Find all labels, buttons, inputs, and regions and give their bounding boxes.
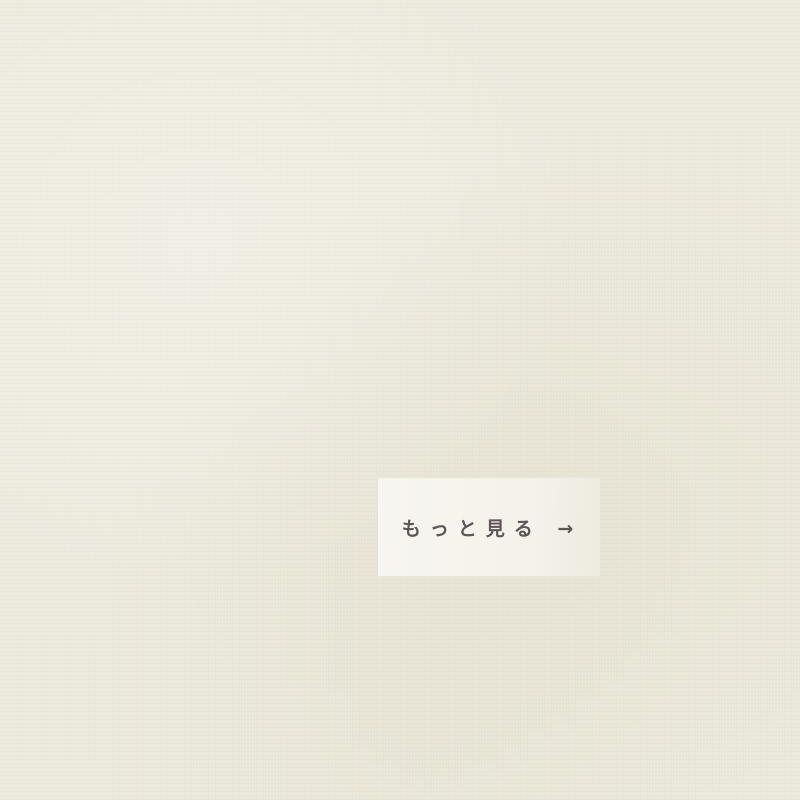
see-more-label: もっと見る → — [401, 517, 583, 540]
see-more-button[interactable]: もっと見る → — [378, 478, 600, 576]
paper-texture-background — [0, 0, 800, 800]
